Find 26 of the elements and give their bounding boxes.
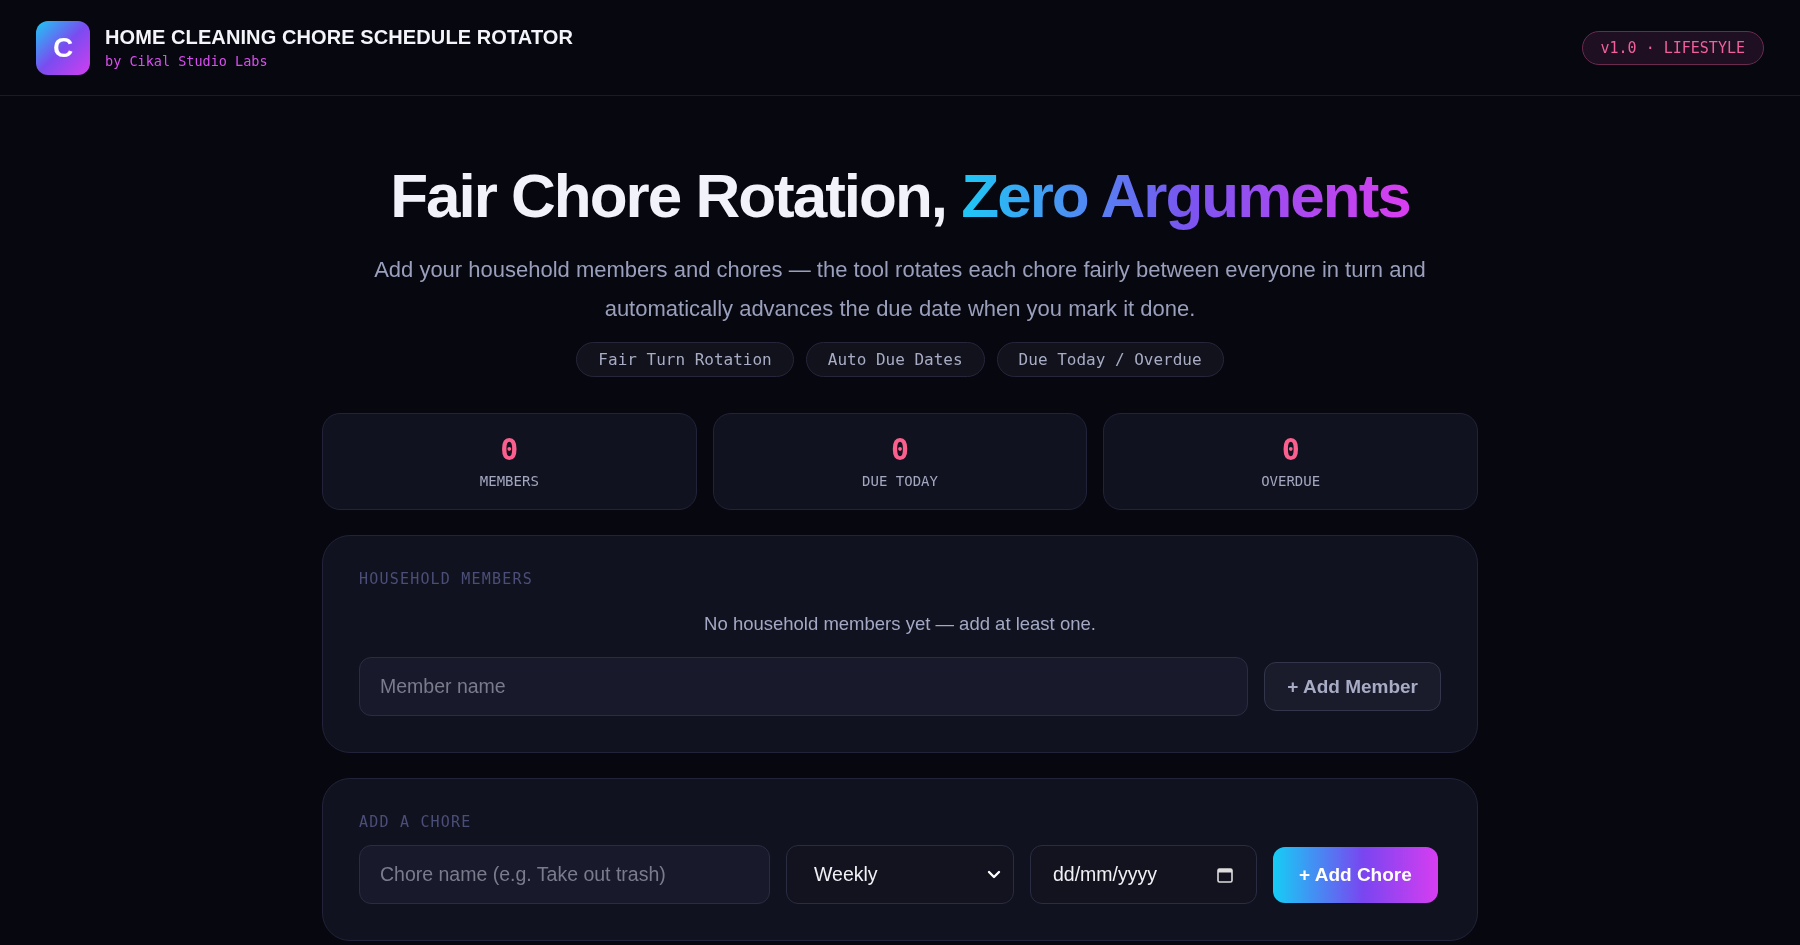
stat-value: 0	[1281, 434, 1300, 465]
empty-message: No household members yet — add at least one.	[703, 613, 1097, 636]
feature-chip: Auto Due Dates	[805, 342, 985, 378]
stat-label: MEMBERS	[479, 472, 539, 489]
chevron-icon	[987, 869, 1001, 880]
chore-name-field[interactable]: Chore name (e.g. Take out trash)	[359, 845, 770, 905]
stat-label: OVERDUE	[1261, 472, 1321, 489]
member-name-field[interactable]: Member name	[359, 657, 1249, 717]
add-member-button[interactable]: + Add Member	[1264, 662, 1441, 712]
due-date-field[interactable]: dd/mm/yyyy	[1030, 845, 1257, 905]
stat-label: DUE TODAY	[862, 472, 938, 489]
add-chore-button[interactable]: + Add Chore	[1273, 846, 1438, 903]
logo-icon: C	[36, 20, 90, 75]
byline: by Cikal Studio Labs	[105, 53, 269, 69]
feature-chip: Due Today / Overdue	[996, 342, 1224, 378]
calendar-icon	[1216, 865, 1234, 884]
stat-value: 0	[890, 434, 909, 465]
section-heading: HOUSEHOLD MEMBERS	[359, 570, 534, 589]
hero-title: Fair Chore Rotation, Zero Arguments	[390, 162, 1410, 231]
section-heading: ADD A CHORE	[359, 813, 473, 832]
version-badge: v1.0 · LIFESTYLE	[1581, 30, 1764, 65]
frequency-select[interactable]: Weekly	[786, 845, 1014, 905]
feature-chip: Fair Turn Rotation	[576, 342, 794, 378]
hero-subtitle: Add your household members and chores — the tool rotates each chore fairly between everyone in turn and automatically advances the due date when you mark it done.	[373, 256, 1427, 324]
stat-value: 0	[500, 434, 519, 465]
app-title: HOME CLEANING CHORE SCHEDULE ROTATOR	[105, 26, 574, 49]
